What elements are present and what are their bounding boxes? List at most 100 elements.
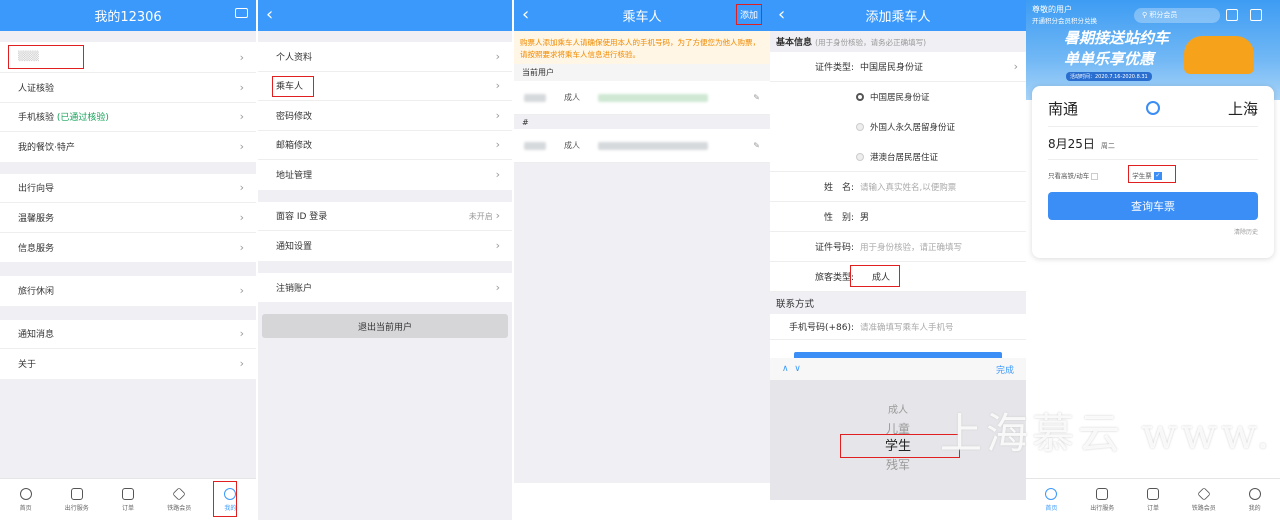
chevron-right-icon: ›	[239, 80, 244, 94]
menu-item-email[interactable]: 邮箱修改 ›	[258, 131, 512, 160]
account-settings-panel: ‹ 个人资料 › 乘车人 › 密码修改 › 邮箱修改 › 地址管理 › 面容 ID 登录未…	[258, 0, 512, 520]
menu-item-food[interactable]: 我的餐饮·特产 ›	[0, 132, 256, 162]
back-icon[interactable]: ‹	[522, 5, 540, 25]
query-tickets-button[interactable]: 查询车票	[1048, 192, 1258, 220]
back-icon[interactable]: ‹	[266, 5, 284, 25]
gender-field[interactable]: 性 别: 男	[770, 202, 1026, 232]
chevron-right-icon: ›	[495, 108, 500, 122]
back-icon[interactable]: ‹	[778, 5, 796, 25]
phone-field[interactable]: 手机号码(+86): 请准确填写乘车人手机号	[770, 314, 1026, 340]
gaotie-filter[interactable]: 只看高铁/动车	[1048, 170, 1099, 180]
menu-item-notify-settings[interactable]: 通知设置 ›	[258, 231, 512, 261]
tab-home[interactable]: 首页	[1026, 479, 1077, 520]
name-field[interactable]: 姓 名: 请输入真实姓名,以便购票	[770, 172, 1026, 202]
radio-icon	[856, 152, 864, 161]
id-option-foreigner[interactable]: 外国人永久居留身份证	[770, 112, 1026, 142]
banner-date: 活动时间：2020.7.16-2020.8.31	[1066, 72, 1152, 81]
tab-home[interactable]: 首页	[0, 479, 51, 520]
message-icon[interactable]	[1250, 9, 1262, 21]
tab-travel[interactable]: 出行服务	[1077, 479, 1128, 520]
chevron-right-icon: ›	[495, 79, 500, 93]
menu-item-password[interactable]: 密码修改 ›	[258, 101, 512, 131]
student-ticket-filter[interactable]: 学生票 ✓	[1128, 165, 1177, 183]
bottom-tab-bar: 首页 出行服务 订单 铁路会员 我的	[0, 478, 256, 520]
picker-option[interactable]: 成人	[888, 402, 908, 420]
travel-icon	[70, 487, 83, 500]
done-button[interactable]: 完成	[996, 363, 1014, 376]
picker-toolbar: ∧ ∨ 完成	[770, 358, 1026, 380]
tab-member[interactable]: 铁路会员	[154, 479, 205, 520]
menu-item-profile[interactable]: 个人资料 ›	[258, 42, 512, 72]
chevron-right-icon: ›	[239, 327, 244, 341]
bottom-tab-bar: 首页 出行服务 订单 铁路会员 我的	[1026, 478, 1280, 520]
passenger-type-field[interactable]: 旅客类型: 成人	[770, 262, 1026, 292]
add-passenger-button[interactable]: 添加	[735, 4, 762, 25]
chevron-right-icon: ›	[495, 280, 500, 294]
picker-nav[interactable]: ∧ ∨	[782, 364, 801, 374]
car-illustration	[1184, 36, 1254, 74]
checkbox-icon	[1091, 172, 1099, 180]
menu-item-travel-leisure[interactable]: 旅行休闲 ›	[0, 276, 256, 306]
passenger-name-blurred	[524, 93, 546, 102]
from-city[interactable]: 南通	[1048, 98, 1078, 119]
user-icon	[1248, 487, 1261, 500]
tab-order[interactable]: 订单	[102, 479, 153, 520]
menu-item-about[interactable]: 关于 ›	[0, 349, 256, 379]
menu-item-address[interactable]: 地址管理 ›	[258, 160, 512, 190]
tab-mine[interactable]: 我的	[1229, 479, 1280, 520]
member-icon	[172, 486, 186, 501]
notice-banner: 购票人添加乘车人请确保使用本人的手机号码，为了方便您为他人购票，请按照要求将乘车…	[514, 31, 770, 64]
swap-icon[interactable]	[1146, 101, 1160, 115]
chevron-right-icon: ›	[495, 209, 500, 223]
watermark: 上海慕云 www.	[940, 409, 1274, 458]
passenger-name-blurred	[524, 141, 546, 150]
clear-history-link[interactable]: 清除历史	[1048, 227, 1258, 236]
my-12306-panel: 我的12306 ▒▒▒ › 人证核验 › 手机核验 (已通过核验) › 我的餐饮·特…	[0, 0, 256, 520]
tab-member[interactable]: 铁路会员	[1178, 479, 1229, 520]
menu-item-guide[interactable]: 出行向导 ›	[0, 174, 256, 203]
home-icon	[19, 487, 32, 500]
to-city[interactable]: 上海	[1228, 98, 1258, 119]
basic-info-header: 基本信息 (用于身份核验，请务必正确填写)	[770, 31, 1026, 52]
tab-order[interactable]: 订单	[1128, 479, 1179, 520]
menu-item-notifications[interactable]: 通知消息 ›	[0, 320, 256, 349]
member-icon	[1196, 486, 1211, 501]
edit-icon[interactable]: ✎	[753, 93, 760, 102]
scan-icon[interactable]	[1226, 9, 1238, 21]
travel-icon	[1096, 487, 1109, 500]
passenger-row[interactable]: 成人 ✎	[514, 81, 770, 115]
message-icon[interactable]	[235, 8, 248, 18]
promo-banner[interactable]: 尊敬的用户 开通积分会员积分兑换 ⚲ 积分会员 暑期接送站约车 单单乐享优惠 活…	[1026, 0, 1280, 100]
menu-item-face-id[interactable]: 面容 ID 登录 未开启 ›	[258, 202, 512, 231]
radio-icon	[856, 93, 864, 101]
top-bar: ‹ 添加乘车人	[770, 0, 1026, 31]
radio-icon	[856, 123, 864, 131]
id-number-field[interactable]: 证件号码: 用于身份核验，请正确填写	[770, 232, 1026, 262]
menu-item-info-service[interactable]: 信息服务 ›	[0, 233, 256, 263]
user-profile-row[interactable]: ▒▒▒ ›	[0, 42, 256, 73]
logout-button[interactable]: 退出当前用户	[262, 314, 508, 338]
menu-item-renzheng[interactable]: 人证核验 ›	[0, 73, 256, 103]
passenger-row[interactable]: 成人 ✎	[514, 129, 770, 163]
menu-item-deregister[interactable]: 注销账户 ›	[258, 273, 512, 303]
id-type-row[interactable]: 证件类型: 中国居民身份证 ›	[770, 52, 1026, 82]
id-option-hmt[interactable]: 港澳台居民居住证	[770, 142, 1026, 172]
passenger-id-blurred	[598, 141, 708, 150]
chevron-right-icon: ›	[239, 210, 244, 224]
chevron-right-icon: ›	[495, 138, 500, 152]
home-icon	[1045, 487, 1058, 500]
id-option-mainland[interactable]: 中国居民身份证	[770, 82, 1026, 112]
chevron-right-icon: ›	[239, 50, 244, 64]
top-bar: 我的12306	[0, 0, 256, 31]
menu-item-passengers[interactable]: 乘车人 ›	[258, 72, 512, 101]
menu-item-warm-service[interactable]: 温馨服务 ›	[0, 203, 256, 233]
picker-option[interactable]: 残军	[886, 456, 910, 474]
menu-item-phone-verify[interactable]: 手机核验 (已通过核验) ›	[0, 103, 256, 132]
chevron-right-icon: ›	[495, 239, 500, 253]
search-input[interactable]: ⚲ 积分会员	[1134, 8, 1220, 23]
date-picker[interactable]: 8月25日 周二	[1048, 131, 1258, 155]
tab-mine[interactable]: 我的	[205, 479, 256, 520]
edit-icon[interactable]: ✎	[753, 141, 760, 150]
tab-travel[interactable]: 出行服务	[51, 479, 102, 520]
chevron-right-icon: ›	[1013, 60, 1018, 73]
